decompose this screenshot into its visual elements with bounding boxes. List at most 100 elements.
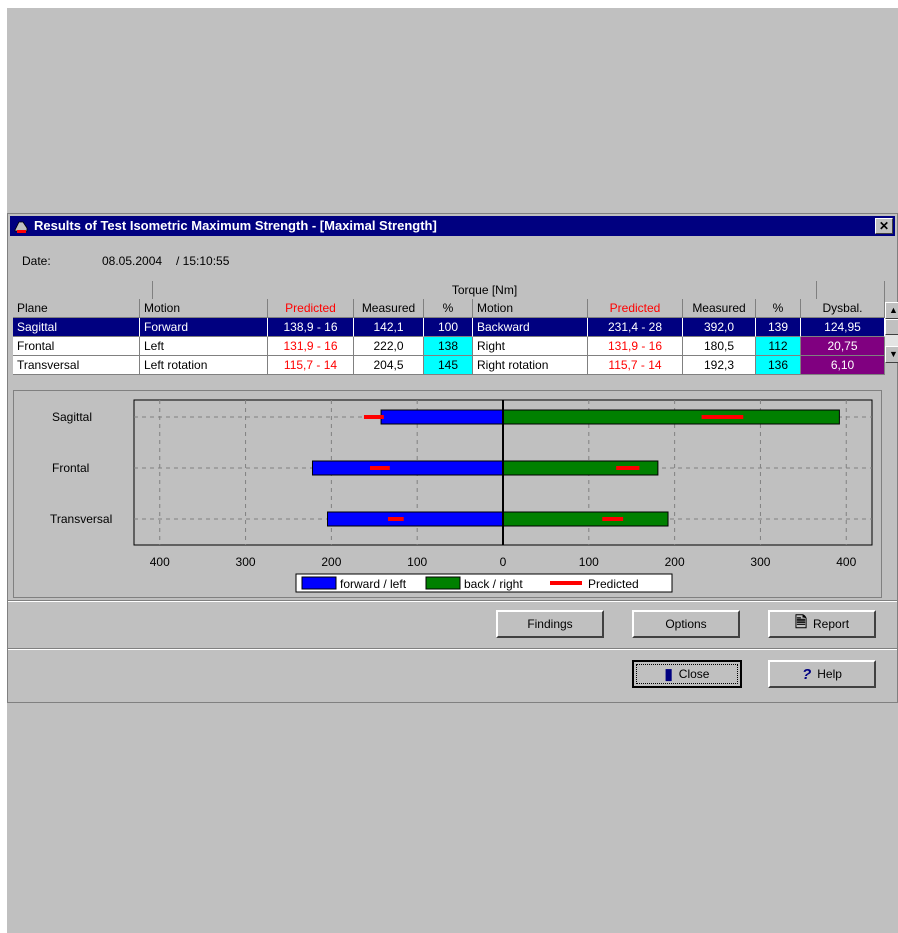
col-percent-left[interactable]: % bbox=[424, 299, 473, 318]
x-tick-label: 200 bbox=[665, 555, 685, 569]
x-tick-label: 300 bbox=[750, 555, 770, 569]
help-button[interactable]: ? Help bbox=[768, 660, 876, 688]
col-measured-left[interactable]: Measured bbox=[354, 299, 424, 318]
cell-percent: 138 bbox=[424, 337, 473, 356]
cell-dysbal: 20,75 bbox=[801, 337, 885, 356]
cell-motion: Right bbox=[473, 337, 588, 356]
cell-plane: Transversal bbox=[13, 356, 140, 375]
x-tick-label: 200 bbox=[321, 555, 341, 569]
cell-plane: Frontal bbox=[13, 337, 140, 356]
close-button[interactable]: ▮ Close bbox=[632, 660, 742, 688]
cell-motion: Right rotation bbox=[473, 356, 588, 375]
cell-measured: 204,5 bbox=[354, 356, 424, 375]
date-value: 08.05.2004 bbox=[102, 254, 163, 268]
findings-button[interactable]: Findings bbox=[496, 610, 604, 638]
x-tick-label: 100 bbox=[407, 555, 427, 569]
cell-predicted: 131,9 - 16 bbox=[268, 337, 354, 356]
predicted-mark-left bbox=[369, 466, 390, 470]
col-percent-right[interactable]: % bbox=[756, 299, 801, 318]
cell-percent: 145 bbox=[424, 356, 473, 375]
cell-predicted: 138,9 - 16 bbox=[268, 318, 354, 337]
bar-back-right bbox=[502, 511, 669, 527]
predicted-mark-left bbox=[363, 415, 384, 419]
y-tick-label: Frontal bbox=[52, 461, 89, 475]
cell-percent: 112 bbox=[756, 337, 801, 356]
torque-header: Torque [Nm] bbox=[153, 281, 817, 300]
close-icon[interactable]: ✕ bbox=[875, 218, 893, 234]
table-row-sagittal[interactable]: Sagittal Forward 138,9 - 16 142,1 100 Ba… bbox=[13, 318, 885, 337]
cell-measured: 222,0 bbox=[354, 337, 424, 356]
table-column-header: Plane Motion Predicted Measured % Motion… bbox=[13, 299, 885, 318]
scroll-up-icon[interactable]: ▲ bbox=[885, 302, 898, 319]
results-window: Results of Test Isometric Maximum Streng… bbox=[7, 213, 898, 703]
predicted-mark-left bbox=[388, 517, 404, 521]
time-value: / 15:10:55 bbox=[176, 254, 230, 268]
cell-percent: 136 bbox=[756, 356, 801, 375]
title-bar[interactable]: Results of Test Isometric Maximum Streng… bbox=[10, 216, 895, 236]
y-tick-label: Sagittal bbox=[52, 410, 92, 424]
col-predicted-right[interactable]: Predicted bbox=[588, 299, 683, 318]
cell-dysbal: 124,95 bbox=[801, 318, 885, 337]
window-title: Results of Test Isometric Maximum Streng… bbox=[34, 218, 437, 233]
bar-forward-left bbox=[380, 409, 504, 425]
app-icon bbox=[13, 218, 30, 234]
table-row-frontal[interactable]: Frontal Left 131,9 - 16 222,0 138 Right … bbox=[13, 337, 885, 356]
cell-predicted: 231,4 - 28 bbox=[588, 318, 683, 337]
cell-motion: Left bbox=[140, 337, 268, 356]
cell-predicted: 131,9 - 16 bbox=[588, 337, 683, 356]
legend-label-forward-left: forward / left bbox=[340, 577, 407, 591]
cell-motion: Backward bbox=[473, 318, 588, 337]
col-predicted-left[interactable]: Predicted bbox=[268, 299, 354, 318]
col-motion-right[interactable]: Motion bbox=[473, 299, 588, 318]
cell-measured: 180,5 bbox=[683, 337, 756, 356]
table-scrollbar[interactable]: ▲ ▼ bbox=[885, 302, 898, 363]
legend: forward / left back / right Predicted bbox=[295, 573, 673, 593]
legend-label-predicted: Predicted bbox=[588, 577, 639, 591]
legend-swatch-back-right bbox=[425, 576, 461, 590]
cell-plane: Sagittal bbox=[13, 318, 140, 337]
report-button[interactable]: 🗎 Report bbox=[768, 610, 876, 638]
close-label: Close bbox=[678, 667, 710, 681]
cell-measured: 142,1 bbox=[354, 318, 424, 337]
bar-forward-left bbox=[327, 511, 504, 527]
col-plane[interactable]: Plane bbox=[13, 299, 140, 318]
col-dysbal[interactable]: Dysbal. bbox=[801, 299, 885, 318]
cell-measured: 392,0 bbox=[683, 318, 756, 337]
legend-label-back-right: back / right bbox=[464, 577, 523, 591]
bar-forward-left bbox=[311, 460, 504, 476]
y-tick-label: Transversal bbox=[50, 512, 112, 526]
x-tick-label: 300 bbox=[236, 555, 256, 569]
cell-measured: 192,3 bbox=[683, 356, 756, 375]
help-icon: ? bbox=[802, 665, 812, 683]
scroll-thumb[interactable] bbox=[885, 319, 898, 335]
predicted-mark-right bbox=[616, 466, 640, 470]
cell-predicted: 115,7 - 14 bbox=[588, 356, 683, 375]
predicted-mark-right bbox=[701, 415, 744, 419]
table-row-transversal[interactable]: Transversal Left rotation 115,7 - 14 204… bbox=[13, 356, 885, 375]
cell-percent: 100 bbox=[424, 318, 473, 337]
col-measured-right[interactable]: Measured bbox=[683, 299, 756, 318]
cell-motion: Left rotation bbox=[140, 356, 268, 375]
legend-swatch-forward-left bbox=[301, 576, 337, 590]
options-label: Options bbox=[665, 617, 707, 631]
chart-panel: Sagittal Frontal Transversal 400 300 200 100 0… bbox=[13, 390, 882, 598]
predicted-mark-right bbox=[602, 517, 624, 521]
cell-predicted: 115,7 - 14 bbox=[268, 356, 354, 375]
scroll-down-icon[interactable]: ▼ bbox=[885, 346, 898, 363]
bar-back-right bbox=[502, 409, 840, 425]
separator-1 bbox=[8, 600, 897, 602]
cell-motion: Forward bbox=[140, 318, 268, 337]
cell-percent: 139 bbox=[756, 318, 801, 337]
help-label: Help bbox=[817, 667, 842, 681]
strength-chart: Sagittal Frontal Transversal 400 300 200 100 0… bbox=[50, 399, 873, 593]
x-tick-label: 400 bbox=[150, 555, 170, 569]
report-label: Report bbox=[813, 617, 850, 631]
x-tick-label: 100 bbox=[579, 555, 599, 569]
date-label: Date: bbox=[22, 254, 51, 268]
findings-label: Findings bbox=[527, 617, 573, 631]
col-motion-left[interactable]: Motion bbox=[140, 299, 268, 318]
x-tick-label: 0 bbox=[500, 555, 507, 569]
legend-swatch-predicted bbox=[550, 581, 582, 585]
cell-dysbal: 6,10 bbox=[801, 356, 885, 375]
options-button[interactable]: Options bbox=[632, 610, 740, 638]
